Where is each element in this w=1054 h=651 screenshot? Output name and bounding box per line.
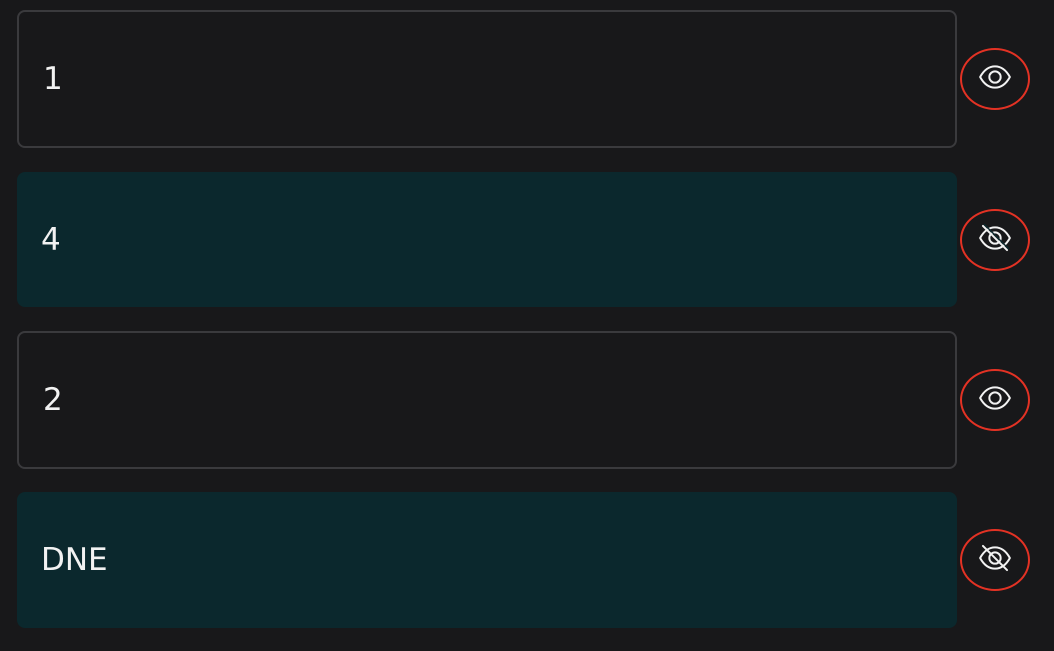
answer-field[interactable]: DNE: [17, 492, 957, 628]
eye-slash-icon: [978, 541, 1012, 579]
answer-value: 4: [41, 221, 61, 258]
answer-field[interactable]: 4: [17, 172, 957, 307]
visibility-toggle-button[interactable]: [960, 529, 1030, 591]
eye-icon: [978, 60, 1012, 98]
answer-row: 1: [17, 10, 1054, 148]
visibility-toggle-button[interactable]: [960, 369, 1030, 431]
answer-value: 1: [43, 61, 63, 97]
answer-row: 4: [17, 172, 1054, 307]
visibility-toggle-button[interactable]: [960, 48, 1030, 110]
eye-icon: [978, 381, 1012, 419]
answer-field[interactable]: 2: [17, 331, 957, 469]
eye-slash-icon: [978, 221, 1012, 259]
answer-field[interactable]: 1: [17, 10, 957, 148]
answer-list: 1 4 2 DNE: [0, 0, 1054, 651]
visibility-toggle-button[interactable]: [960, 208, 1030, 271]
answer-value: DNE: [41, 542, 108, 578]
answer-value: 2: [43, 382, 63, 418]
answer-row: DNE: [17, 492, 1054, 628]
answer-row: 2: [17, 331, 1054, 469]
